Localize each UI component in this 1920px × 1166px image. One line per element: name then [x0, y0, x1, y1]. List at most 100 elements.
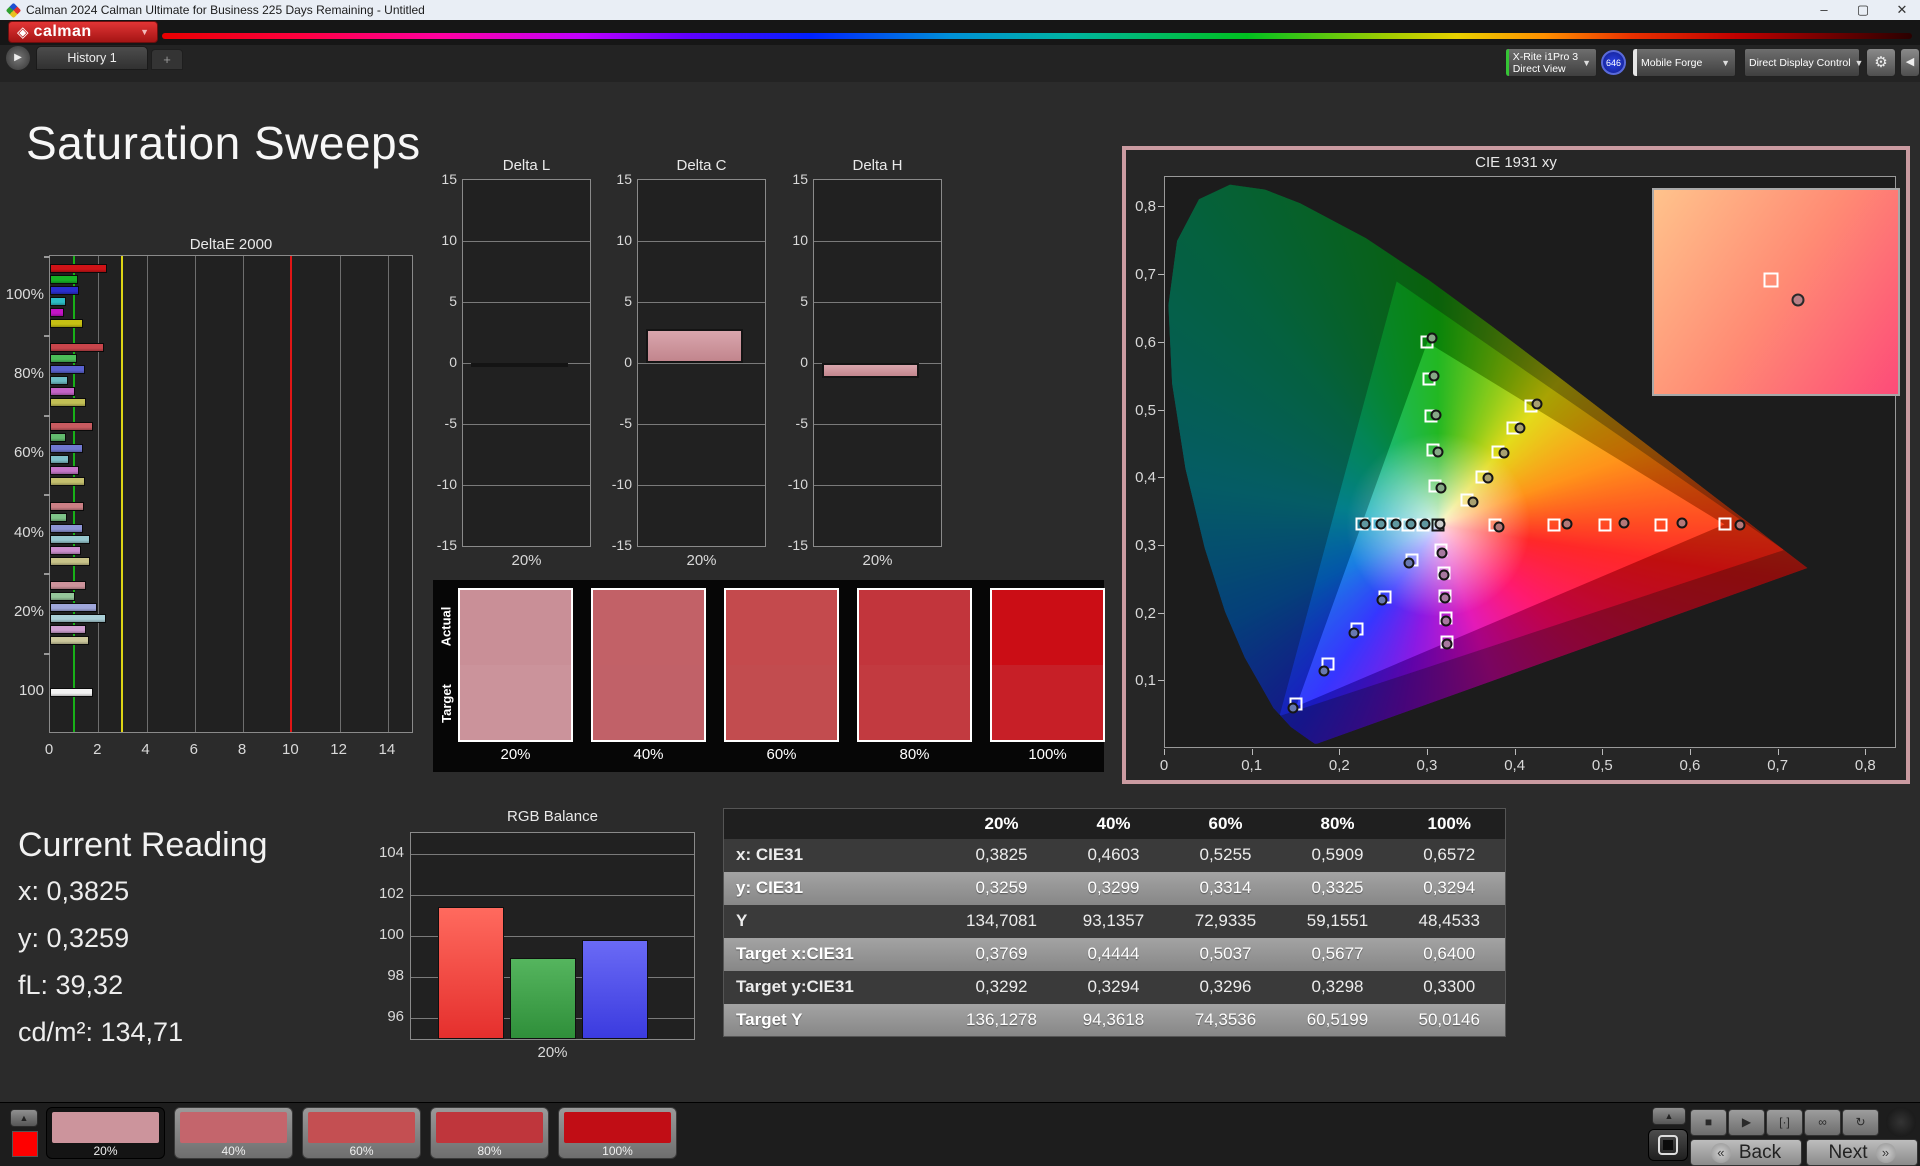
deltae-bar [50, 433, 66, 443]
expand-transport-button[interactable]: ▲ [1652, 1107, 1686, 1125]
close-button[interactable]: ✕ [1884, 0, 1920, 20]
x-axis-label: 20% [686, 552, 717, 569]
x-tick-label: 0 [1159, 757, 1169, 774]
y-tick-label: 0,3 [1135, 536, 1156, 554]
maximize-button[interactable]: ▢ [1845, 0, 1881, 20]
deltae-bar [50, 274, 78, 284]
stop-button[interactable]: ■ [1690, 1109, 1727, 1136]
x-tick-label: 0,5 [1591, 757, 1613, 774]
table-cell: 0,3298 [1281, 970, 1394, 1004]
x-tick [1689, 749, 1691, 755]
table-cell: 48,4533 [1393, 904, 1506, 938]
deltae-bar [50, 581, 87, 590]
gridline [339, 256, 341, 732]
deltae-bar [50, 592, 76, 601]
delta_h-chart [813, 179, 942, 547]
swatch-20% [458, 588, 573, 742]
stop-measuring-button[interactable] [1648, 1129, 1688, 1161]
y-tick [1158, 477, 1164, 479]
meter-count-badge[interactable]: 646 [1601, 50, 1626, 75]
gridline [638, 363, 765, 364]
table-cell: 0,4444 [1057, 937, 1170, 971]
deltae-bar [50, 556, 90, 566]
continuous-measure-button[interactable]: ∞ [1804, 1109, 1841, 1136]
source-dropdown[interactable]: Mobile Forge ▼ [1632, 48, 1736, 77]
swatch-100% [990, 588, 1105, 742]
rgb-balance-chart [410, 832, 695, 1040]
delta_c-chart [637, 179, 766, 547]
single-measure-button[interactable]: [·] [1766, 1109, 1803, 1136]
gridline [814, 485, 941, 486]
patch-button-40%[interactable]: 40% [174, 1107, 293, 1159]
gridline [411, 894, 694, 896]
table-cell: 0,3825 [945, 838, 1058, 872]
y-tick-label: 0,5 [1135, 401, 1156, 419]
y-tick-label: 100 [378, 926, 404, 943]
source-dropdown-label: Mobile Forge [1641, 56, 1703, 69]
stop-icon: ■ [1704, 1115, 1713, 1129]
tab-history-1[interactable]: History 1 [36, 46, 148, 70]
blue-measured-marker [1348, 627, 1360, 639]
table-row: Target y:CIE31 0,3292 0,3294 0,3296 0,3298 0,… [723, 970, 1506, 1004]
reference-line-10 [290, 256, 293, 732]
gridline [638, 424, 765, 425]
meter-dropdown[interactable]: X-Rite i1Pro 3 Direct View ▼ [1505, 48, 1597, 77]
swatch-label: 20% [500, 746, 531, 763]
rgb-balance-chart-title: RGB Balance [507, 808, 598, 825]
add-tab-button[interactable]: + [151, 49, 183, 70]
y-tick-label: 98 [387, 967, 404, 985]
next-button[interactable]: Next » [1806, 1139, 1918, 1166]
sidebar-expander-button[interactable]: ▶ [6, 46, 30, 70]
swatch-80% [857, 588, 972, 742]
patch-button-60%[interactable]: 60% [302, 1107, 421, 1159]
chevron-down-icon: ▼ [1582, 57, 1591, 68]
minimize-button[interactable]: – [1806, 0, 1842, 20]
target-color [726, 665, 837, 740]
patch-button-80%[interactable]: 80% [430, 1107, 549, 1159]
gridline [387, 256, 389, 732]
table-row: Target x:CIE31 0,3769 0,4444 0,5037 0,5677 0,… [723, 937, 1506, 971]
x-tick [1777, 749, 1779, 755]
table-cell: 0,5255 [1169, 838, 1282, 872]
green-bar [510, 957, 576, 1039]
gridline [463, 302, 590, 303]
expand-patch-panel-button[interactable]: ▲ [10, 1109, 38, 1127]
patch-button-20%[interactable]: 20% [46, 1107, 165, 1159]
loop-button[interactable]: ↻ [1842, 1109, 1879, 1136]
patch-button-100%[interactable]: 100% [558, 1107, 677, 1159]
y-tick [1158, 206, 1164, 208]
table-cell: 0,6572 [1393, 838, 1506, 872]
gridline [98, 256, 100, 732]
target-color [460, 665, 571, 740]
collapse-panel-button[interactable]: ◀ [1900, 48, 1920, 77]
cyan-measured-marker [1375, 518, 1387, 530]
app-header: ◈ calman ▼ [0, 20, 1920, 45]
chevron-down-icon: ▼ [1721, 57, 1730, 68]
single-measure-icon: [·] [1779, 1115, 1790, 1129]
patch-label: 80% [477, 1144, 502, 1158]
red-measured-marker [1734, 519, 1746, 531]
next-button-label: Next [1828, 1141, 1868, 1163]
calman-menu-button[interactable]: ◈ calman ▼ [8, 21, 158, 43]
x-tick-label: 8 [237, 741, 247, 758]
chevron-right-icon: » [1875, 1142, 1896, 1163]
blue-bar [582, 940, 648, 1039]
back-button[interactable]: « Back [1690, 1139, 1802, 1166]
display-control-dropdown[interactable]: Direct Display Control ▼ [1744, 48, 1863, 77]
row-label: Target x:CIE31 [723, 937, 946, 971]
deltae-bar [50, 512, 67, 522]
table-cell: 134,7081 [945, 904, 1058, 938]
row-label: y: CIE31 [723, 871, 946, 905]
gridline [638, 485, 765, 486]
settings-button[interactable]: ⚙ [1866, 48, 1896, 77]
group-label: 100 [18, 682, 44, 700]
patch-color [308, 1112, 415, 1143]
play-button[interactable]: ▶ [1728, 1109, 1765, 1136]
chevron-up-icon: ▲ [1664, 1111, 1674, 1121]
x-tick-label: 0,2 [1328, 757, 1350, 774]
group-label: 80% [13, 365, 44, 382]
table-cell: 0,3292 [945, 970, 1058, 1004]
deltae-bar [50, 501, 84, 511]
deltae-bar [50, 444, 83, 454]
y-tick-label: -15 [436, 537, 457, 553]
